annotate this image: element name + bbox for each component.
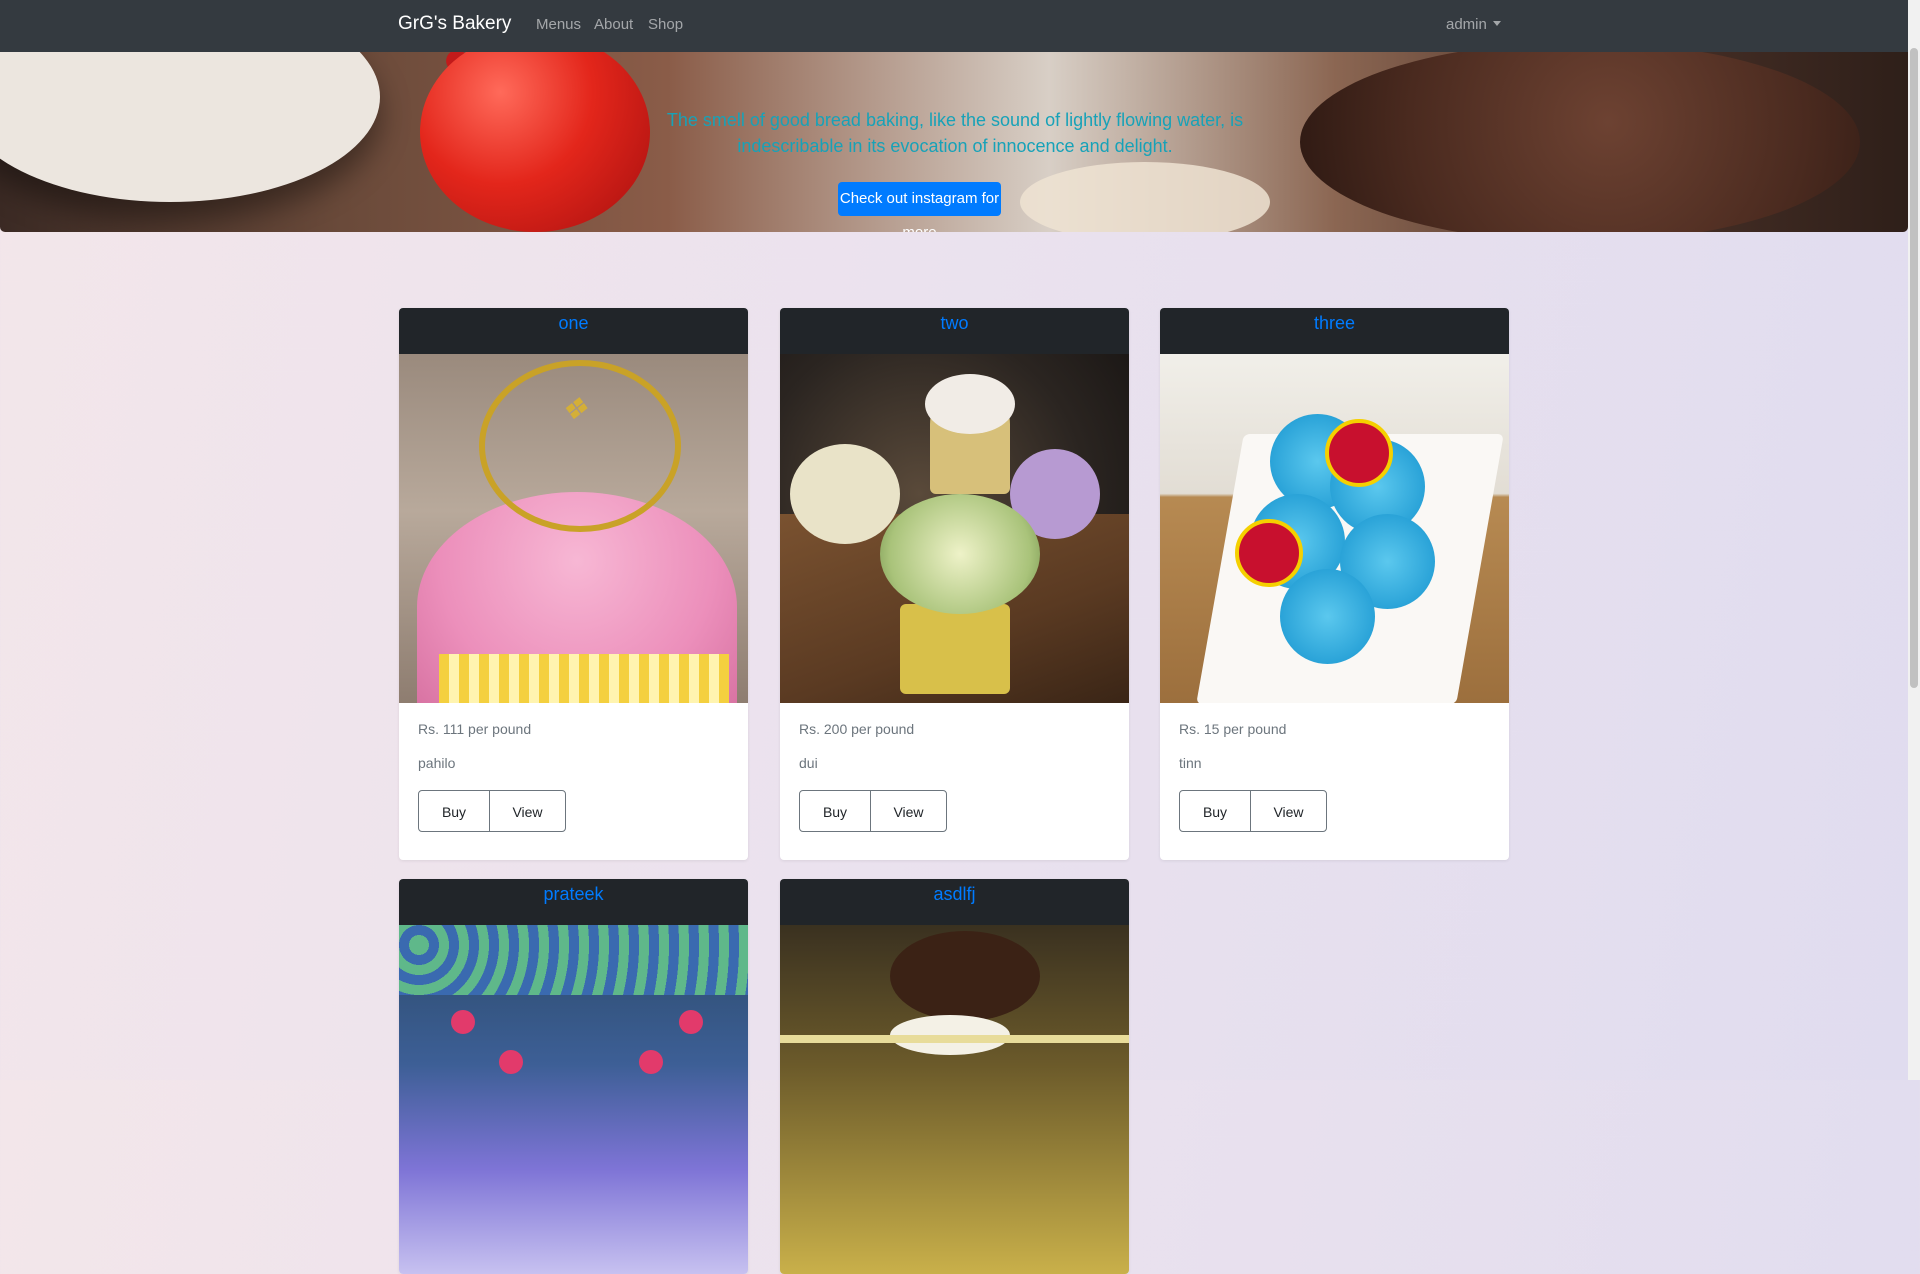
- product-actions: Buy View: [799, 790, 947, 832]
- instagram-button[interactable]: Check out instagram for more: [838, 182, 1001, 232]
- product-image: ❖: [399, 354, 748, 703]
- user-menu-label: admin: [1446, 16, 1487, 33]
- top-navbar: GrG's Bakery Menus About Shop admin: [0, 0, 1908, 52]
- page-scrollbar[interactable]: [1908, 0, 1920, 1080]
- product-description: pahilo: [418, 755, 456, 771]
- star-badge-icon: [1235, 519, 1303, 587]
- product-card: prateek: [399, 879, 748, 1274]
- product-image: [780, 925, 1129, 1274]
- product-card-header: three: [1160, 308, 1509, 354]
- nav-link-menus[interactable]: Menus: [536, 16, 581, 33]
- product-card-body: Rs. 111 per pound pahilo Buy View: [399, 703, 748, 860]
- brand-logo-text[interactable]: GrG's Bakery: [398, 13, 511, 35]
- product-actions: Buy View: [1179, 790, 1327, 832]
- product-price: Rs. 15 per pound: [1179, 721, 1287, 737]
- hero-image-chocolate: [1300, 52, 1860, 232]
- scrollbar-thumb[interactable]: [1910, 48, 1918, 688]
- view-button[interactable]: View: [870, 790, 947, 832]
- product-title-link[interactable]: two: [940, 313, 968, 333]
- product-title-link[interactable]: one: [558, 313, 588, 333]
- cupcake-frosting: [925, 374, 1015, 434]
- view-button[interactable]: View: [489, 790, 566, 832]
- product-image: [1160, 354, 1509, 703]
- product-title-link[interactable]: asdlfj: [933, 884, 975, 904]
- nav-link-about[interactable]: About: [594, 16, 633, 33]
- hero-banner: The smell of good bread baking, like the…: [0, 52, 1908, 232]
- rose-decoration: [679, 1010, 703, 1034]
- product-card-header: one: [399, 308, 748, 354]
- product-price: Rs. 111 per pound: [418, 721, 532, 737]
- cupcake: [1280, 569, 1375, 664]
- hero-image-lattice: [1020, 162, 1270, 232]
- buy-button[interactable]: Buy: [799, 790, 871, 832]
- product-card-body: Rs. 15 per pound tinn Buy View: [1160, 703, 1509, 860]
- product-image: [780, 354, 1129, 703]
- cupcake-frosting: [790, 444, 900, 544]
- hero-image-dish: [0, 52, 380, 202]
- product-description: tinn: [1179, 755, 1202, 771]
- cupcake-wrapper: [900, 604, 1010, 694]
- product-title-link[interactable]: prateek: [543, 884, 603, 904]
- hero-quote: The smell of good bread baking, like the…: [666, 110, 1244, 156]
- user-menu-dropdown[interactable]: admin: [1446, 16, 1501, 33]
- chevron-down-icon: [1492, 21, 1501, 26]
- product-card-header: two: [780, 308, 1129, 354]
- product-description: dui: [799, 755, 818, 771]
- star-badge-icon: [1325, 419, 1393, 487]
- product-card: three Rs. 15 per pound tinn Buy View: [1160, 308, 1509, 860]
- buy-button[interactable]: Buy: [418, 790, 490, 832]
- product-image: [399, 925, 748, 1274]
- product-card-header: prateek: [399, 879, 748, 925]
- flower-decoration: [399, 925, 748, 995]
- cupcake-frosting: [880, 494, 1040, 614]
- view-button[interactable]: View: [1250, 790, 1327, 832]
- buy-button[interactable]: Buy: [1179, 790, 1251, 832]
- hero-image-cherry: [420, 52, 650, 232]
- product-actions: Buy View: [418, 790, 566, 832]
- rose-decoration: [499, 1050, 523, 1074]
- rose-decoration: [451, 1010, 475, 1034]
- product-card-body: Rs. 200 per pound dui Buy View: [780, 703, 1129, 860]
- product-card: asdlfj: [780, 879, 1129, 1274]
- product-title-link[interactable]: three: [1314, 313, 1355, 333]
- nav-link-shop[interactable]: Shop: [648, 16, 683, 33]
- product-card: two Rs. 200 per pound dui Buy View: [780, 308, 1129, 860]
- display-cake: [890, 931, 1040, 1021]
- rose-decoration: [639, 1050, 663, 1074]
- cake-topper-ring: [479, 360, 681, 532]
- product-price: Rs. 200 per pound: [799, 721, 915, 737]
- display-shelf: [780, 1035, 1129, 1043]
- cake-topper-text: ❖: [560, 392, 588, 427]
- product-card-header: asdlfj: [780, 879, 1129, 925]
- cake-base: [439, 654, 729, 703]
- product-card: one ❖ Rs. 111 per pound pahilo Buy View: [399, 308, 748, 860]
